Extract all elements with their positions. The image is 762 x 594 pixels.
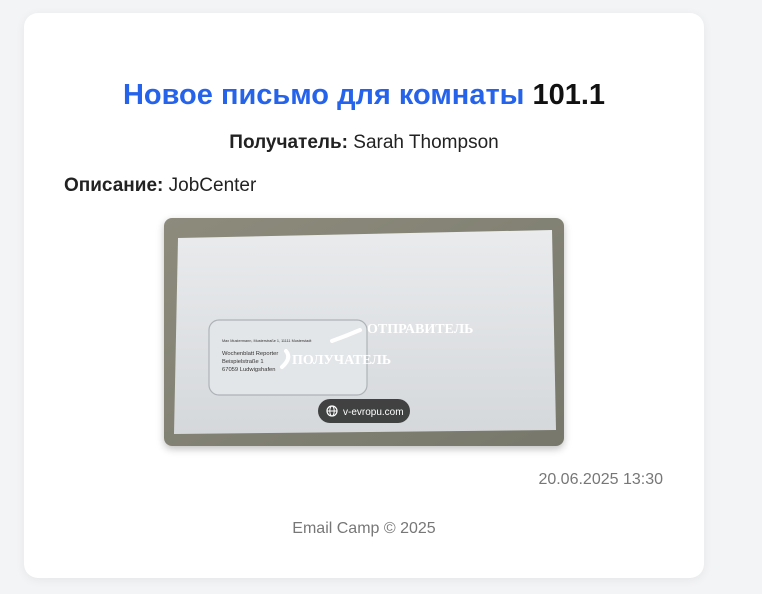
sender-address-line: Max Mustermann, Musterstraße 1, 11111 Mu… <box>222 339 312 343</box>
description-value: JobCenter <box>168 175 257 196</box>
sender-caption: ОТПРАВИТЕЛЬ <box>367 322 473 337</box>
description-row: Описание: JobCenter <box>64 175 256 197</box>
letter-photo[interactable]: Max Mustermann, Musterstraße 1, 11111 Mu… <box>164 218 564 446</box>
letter-timestamp: 20.06.2025 13:30 <box>538 471 663 488</box>
description-label: Описание: <box>64 175 164 196</box>
recipient-caption: ПОЛУЧАТЕЛЬ <box>292 353 391 368</box>
recipient-address-line-2: Beispielstraße 1 <box>222 359 264 365</box>
footer-copyright: Email Camp © 2025 <box>292 520 436 537</box>
recipient-name: Sarah Thompson <box>353 132 499 153</box>
page-title: Новое письмо для комнаты 101.1 <box>24 77 704 113</box>
watermark-text: v-evropu.com <box>343 407 404 418</box>
room-number: 101.1 <box>532 79 606 111</box>
recipient-label: Получатель: <box>229 132 349 153</box>
recipient-address-line-3: 67059 Ludwigshafen <box>222 367 276 373</box>
recipient-row: Получатель: Sarah Thompson <box>24 132 704 154</box>
recipient-address-line-1: Wochenblatt Reporter <box>222 351 278 357</box>
title-prefix: Новое письмо для комнаты <box>122 79 525 111</box>
mail-card: Новое письмо для комнаты 101.1 Получател… <box>24 13 704 578</box>
